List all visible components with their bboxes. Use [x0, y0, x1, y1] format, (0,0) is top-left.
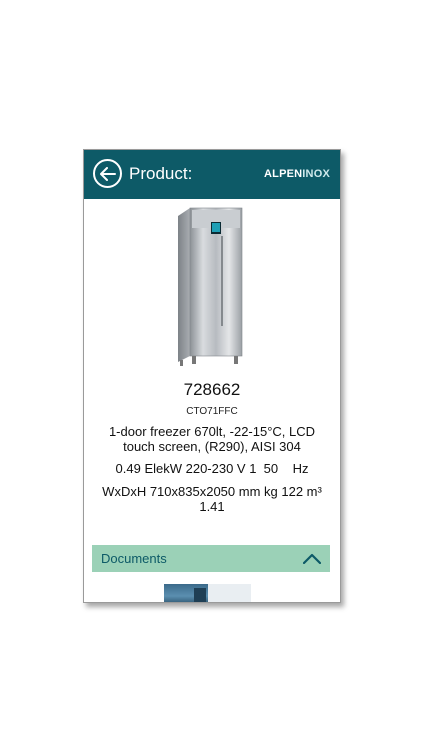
- page-title: Product:: [129, 164, 193, 183]
- logo-part1: ALPEN: [264, 168, 303, 180]
- brand-logo: ALPENINOX: [264, 167, 330, 181]
- product-description: 1-door freezer 670lt, -22-15°C, LCD touc…: [108, 424, 316, 454]
- chevron-up-icon[interactable]: [303, 553, 321, 564]
- thumbnail-detail: [208, 584, 251, 602]
- back-button[interactable]: [93, 159, 122, 188]
- product-power: 0.49 ElekW 220-230 V 1 50 Hz: [115, 461, 309, 476]
- product-code: 728662: [183, 380, 241, 399]
- documents-label: Documents: [101, 551, 167, 566]
- logo-part2: INOX: [302, 168, 330, 180]
- product-model: CTO71FFC: [186, 406, 238, 417]
- documents-section-header[interactable]: Documents: [92, 545, 330, 572]
- document-thumbnail[interactable]: [164, 584, 251, 602]
- product-image: [178, 207, 243, 366]
- arrow-left-icon: [100, 167, 116, 181]
- app-screen: Product: ALPENINOX 728662 CTO71FFC 1-doo…: [83, 149, 341, 603]
- thumbnail-detail: [194, 588, 206, 602]
- header-bar: Product: ALPENINOX: [84, 150, 340, 199]
- product-dimensions: WxDxH 710x835x2050 mm kg 122 m³ 1.41: [102, 484, 322, 514]
